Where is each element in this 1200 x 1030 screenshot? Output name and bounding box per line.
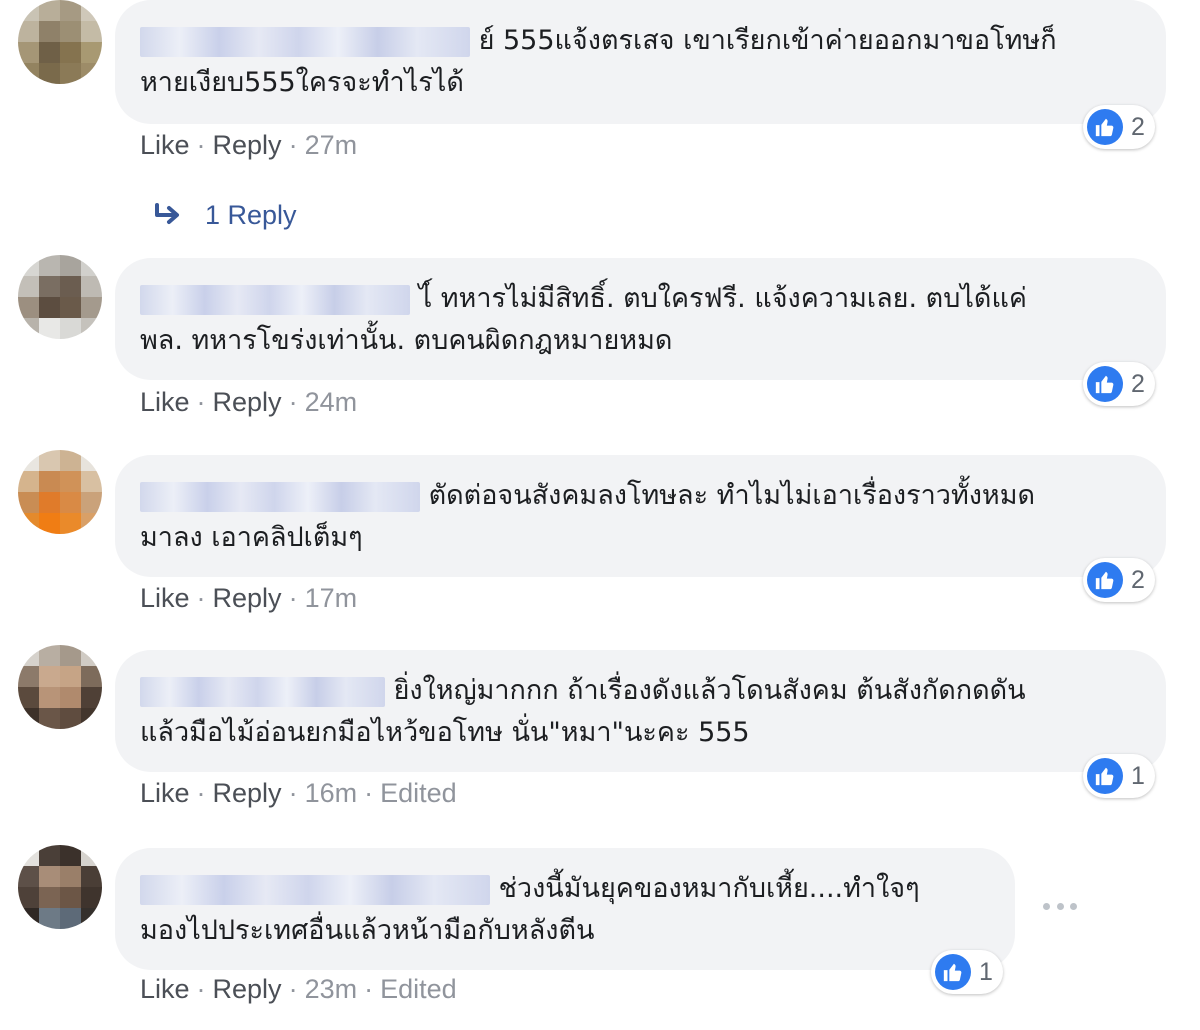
avatar[interactable] — [18, 450, 102, 534]
comment-actions: Like · Reply · 24m — [140, 387, 357, 418]
reaction-summary[interactable]: 2 — [1083, 105, 1155, 149]
reply-link[interactable]: Reply — [213, 583, 282, 613]
comment-bubble: ยิ่งใหญ่มากกก ถ้าเรื่องดังแล้วโดนสังคม ต… — [115, 650, 1166, 772]
separator: · — [288, 778, 298, 808]
separator: · — [288, 974, 298, 1004]
separator: · — [288, 130, 298, 160]
blurred-author-name[interactable] — [140, 676, 385, 707]
comment-text: ไ์ ทหารไม่มีสิทธิ์. ตบใครฟรี. แจ้งความเล… — [418, 283, 1027, 314]
like-link[interactable]: Like — [140, 974, 190, 1004]
separator: · — [196, 974, 206, 1004]
avatar[interactable] — [18, 0, 102, 84]
reaction-summary[interactable]: 2 — [1083, 362, 1155, 406]
comment-actions: Like · Reply · 23m · Edited — [140, 974, 457, 1005]
reply-link[interactable]: Reply — [213, 130, 282, 160]
blurred-author-name[interactable] — [140, 874, 490, 905]
like-link[interactable]: Like — [140, 583, 190, 613]
like-link[interactable]: Like — [140, 387, 190, 417]
like-link[interactable]: Like — [140, 778, 190, 808]
like-reaction-icon — [1087, 366, 1123, 402]
reaction-summary[interactable]: 1 — [1083, 754, 1155, 798]
timestamp[interactable]: 23m — [305, 974, 358, 1004]
comment-text: ยิ่งใหญ่มากกก ถ้าเรื่องดังแล้วโดนสังคม ต… — [393, 675, 1026, 706]
reaction-count: 1 — [1131, 761, 1145, 790]
comment-text: แล้วมือไม้อ่อนยกมือไหว้ขอโทษ นั่น"หมา"นะ… — [140, 717, 750, 748]
comment-text: ย์ 555แจ้งตรเสจ เขาเรียกเข้าค่ายออกมาขอโ… — [478, 25, 1057, 56]
edited-label[interactable]: Edited — [380, 974, 457, 1004]
blurred-author-name[interactable] — [140, 26, 470, 57]
separator: · — [196, 387, 206, 417]
view-replies-link[interactable]: 1 Reply — [153, 200, 297, 231]
timestamp[interactable]: 17m — [305, 583, 358, 613]
separator: · — [288, 583, 298, 613]
reaction-summary[interactable]: 2 — [1083, 558, 1155, 602]
comment-text: พล. ทหารโขร่งเท่านั้น. ตบคนผิดกฎหมายหมด — [140, 325, 673, 356]
comment-actions: Like · Reply · 17m — [140, 583, 357, 614]
reaction-count: 1 — [979, 957, 993, 986]
dot-icon — [1070, 902, 1077, 910]
reaction-count: 2 — [1131, 112, 1145, 141]
avatar[interactable] — [18, 255, 102, 339]
comment-bubble: ย์ 555แจ้งตรเสจ เขาเรียกเข้าค่ายออกมาขอโ… — [115, 0, 1166, 124]
separator: · — [364, 778, 374, 808]
separator: · — [196, 583, 206, 613]
separator: · — [196, 130, 206, 160]
comment-bubble: ไ์ ทหารไม่มีสิทธิ์. ตบใครฟรี. แจ้งความเล… — [115, 258, 1166, 380]
replies-count-label[interactable]: 1 Reply — [205, 200, 297, 231]
reply-arrow-icon — [155, 202, 179, 224]
reply-link[interactable]: Reply — [213, 387, 282, 417]
edited-label[interactable]: Edited — [380, 778, 457, 808]
comment-text: หายเงียบ555ใครจะทำไรได้ — [140, 67, 464, 98]
comment-bubble: ตัดต่อจนสังคมลงโทษละ ทำไมไม่เอาเรื่องราว… — [115, 455, 1166, 577]
comment-text: มาลง เอาคลิปเต็มๆ — [140, 522, 363, 553]
dot-icon — [1043, 902, 1050, 910]
comment-bubble: ช่วงนี้มันยุคของหมากับเหี้ย....ทำใจๆ มอง… — [115, 848, 1015, 970]
reaction-count: 2 — [1131, 369, 1145, 398]
like-link[interactable]: Like — [140, 130, 190, 160]
avatar[interactable] — [18, 845, 102, 929]
separator: · — [288, 387, 298, 417]
timestamp[interactable]: 16m — [305, 778, 358, 808]
timestamp[interactable]: 24m — [305, 387, 358, 417]
like-reaction-icon — [1087, 758, 1123, 794]
comment-actions: Like · Reply · 16m · Edited — [140, 778, 457, 809]
reaction-summary[interactable]: 1 — [931, 950, 1003, 994]
avatar[interactable] — [18, 645, 102, 729]
like-reaction-icon — [1087, 562, 1123, 598]
like-reaction-icon — [1087, 109, 1123, 145]
reply-link[interactable]: Reply — [213, 778, 282, 808]
comment-text: มองไปประเทศอื่นแล้วหน้ามือกับหลังตีน — [140, 915, 595, 946]
like-reaction-icon — [935, 954, 971, 990]
blurred-author-name[interactable] — [140, 481, 420, 512]
dot-icon — [1056, 902, 1064, 910]
separator: · — [364, 974, 374, 1004]
reply-link[interactable]: Reply — [213, 974, 282, 1004]
separator: · — [196, 778, 206, 808]
reaction-count: 2 — [1131, 565, 1145, 594]
more-options-button[interactable] — [1043, 896, 1077, 916]
comment-actions: Like · Reply · 27m — [140, 130, 357, 161]
timestamp[interactable]: 27m — [305, 130, 358, 160]
blurred-author-name[interactable] — [140, 284, 410, 315]
comment-text: ช่วงนี้มันยุคของหมากับเหี้ย....ทำใจๆ — [498, 873, 920, 904]
comment-text: ตัดต่อจนสังคมลงโทษละ ทำไมไม่เอาเรื่องราว… — [428, 480, 1036, 511]
